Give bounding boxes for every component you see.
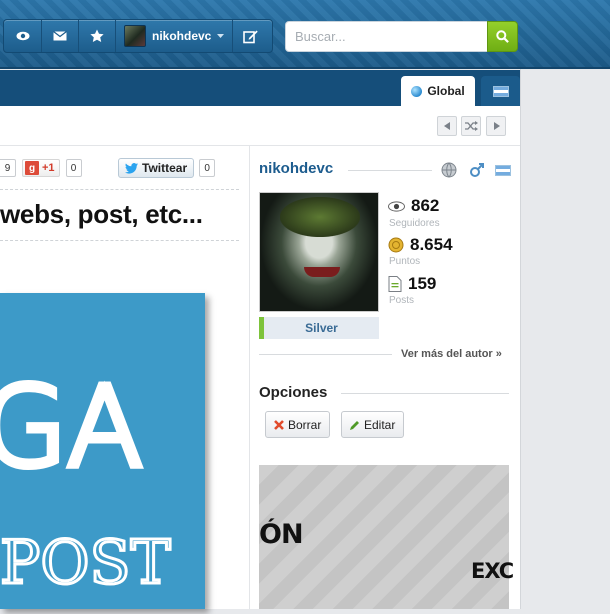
followers-value: 862 [411,196,440,215]
new-post-button[interactable] [233,20,268,52]
options-heading: Opciones [259,384,328,401]
main-nav-group: nikohdevc [3,19,273,53]
document-icon [388,276,402,292]
divider [341,393,509,394]
banner-text: ÓN [259,519,304,550]
column-divider [249,146,250,609]
tab-country[interactable] [481,76,520,106]
next-post-button[interactable] [486,116,506,136]
posts-label: Posts [389,295,415,306]
posts-stat: 159 [388,274,436,294]
author-name-link[interactable]: nikohdevc [259,160,333,177]
share-bar: 9 [0,158,16,178]
more-by-author-link[interactable]: Ver más del autor » [401,348,502,360]
author-avatar[interactable] [259,192,379,312]
random-post-button[interactable] [461,116,481,136]
twitter-count: 0 [199,159,216,177]
divider [348,170,432,171]
search-input[interactable] [286,22,488,51]
delete-label: Borrar [288,417,322,432]
post-title: webs, post, etc... [0,199,203,229]
prev-post-button[interactable] [437,116,457,136]
close-icon [274,419,284,430]
username-label: nikohdevc [152,29,212,43]
mail-icon [53,31,67,41]
globe-icon [411,85,423,97]
divider [0,189,239,190]
banner-text: EXC [471,559,514,583]
points-label: Puntos [389,256,421,267]
twitter-button[interactable]: Twittear [118,158,195,178]
argentina-flag-icon [495,164,511,176]
eye-icon [388,200,405,212]
posts-value: 159 [408,274,437,293]
divider [259,354,392,355]
post-image-graphic: GA POST [0,360,172,600]
shuffle-icon [464,121,478,131]
star-icon [90,29,104,42]
image-text-ga: GA [0,363,143,491]
arrow-right-icon [493,122,500,130]
pencil-icon [350,420,359,430]
tab-global[interactable]: Global [401,76,475,106]
tab-global-label: Global [427,84,465,98]
gplus-label: +1 [42,162,55,174]
search-box [285,21,489,52]
points-stat: 8.654 [388,235,453,255]
edit-button[interactable]: Editar [341,411,405,438]
gplus-count: 0 [65,159,82,177]
favorites-button[interactable] [79,20,116,52]
delete-button[interactable]: Borrar [265,411,331,438]
divider [0,240,239,241]
share-count: 9 [0,159,16,177]
post-image: GA POST [0,293,205,609]
twitter-label: Twittear [142,161,188,175]
edit-label: Editar [364,417,396,432]
male-icon [470,163,484,177]
globe-icon[interactable] [441,162,457,178]
eye-icon [16,31,29,41]
user-menu-button[interactable]: nikohdevc [116,20,234,52]
coin-icon [388,237,404,253]
followers-label: Seguidores [389,218,440,229]
gplus-share: g +1 0 [22,158,82,178]
twitter-share: Twittear 0 [118,158,216,178]
messages-button[interactable] [42,20,79,52]
page-margin [520,69,610,609]
edit-icon [243,30,259,43]
image-text-post: POST [0,528,171,598]
search-icon [496,30,509,43]
chevron-down-icon [217,33,225,38]
gplus-icon: g [25,161,39,175]
search-button[interactable] [487,21,518,52]
twitter-bird-icon [125,162,138,174]
arrow-left-icon [443,122,450,130]
argentina-flag-icon [492,85,509,97]
author-icons [441,162,511,178]
followers-stat: 862 [388,196,439,216]
avatar [124,25,146,47]
gplus-button[interactable]: g +1 [22,159,60,177]
monitor-button[interactable] [4,20,42,52]
rank-badge: Silver [259,317,379,339]
points-value: 8.654 [410,235,453,254]
